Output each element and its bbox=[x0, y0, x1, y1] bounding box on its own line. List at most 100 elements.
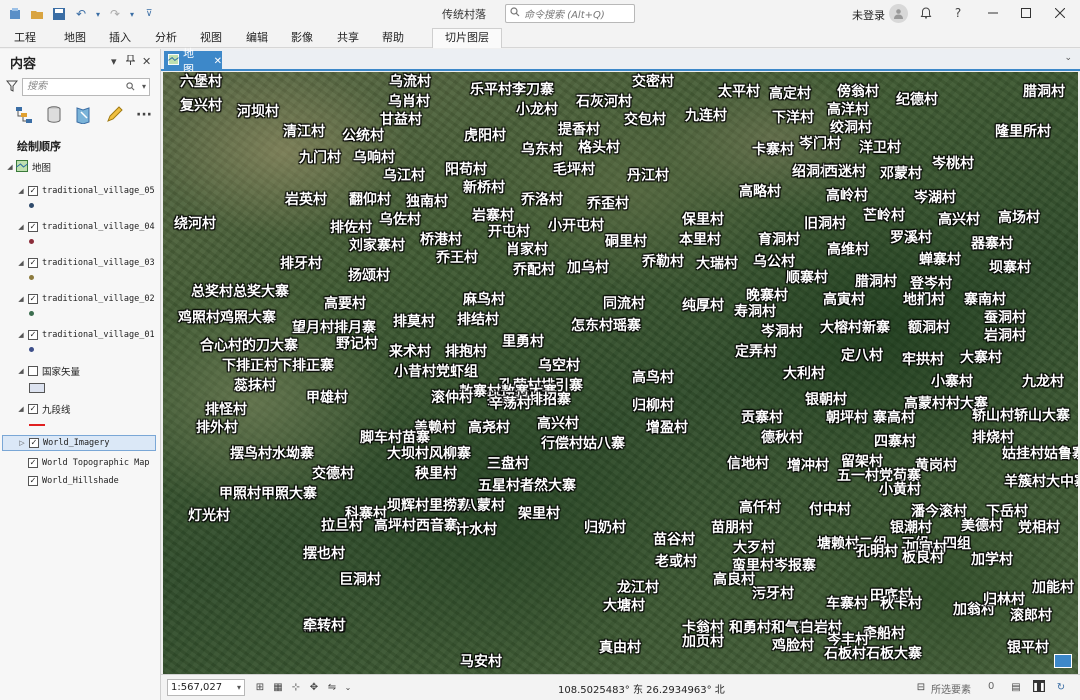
collapse-icon[interactable]: ◢ bbox=[17, 405, 25, 413]
tab-share[interactable]: 共享 bbox=[337, 30, 359, 46]
village-label: 定八村 bbox=[841, 348, 883, 364]
user-status[interactable]: 未登录 bbox=[852, 7, 885, 23]
tab-edit[interactable]: 编辑 bbox=[246, 30, 268, 46]
layer-visibility-checkbox[interactable]: ✓ bbox=[28, 258, 38, 268]
village-label: 八蒙村 bbox=[463, 498, 505, 514]
table-icon[interactable]: ▤ bbox=[1009, 680, 1023, 694]
notification-bell-icon[interactable] bbox=[918, 5, 934, 21]
refresh-icon[interactable]: ↻ bbox=[1054, 680, 1068, 694]
list-by-source-icon[interactable] bbox=[44, 105, 64, 125]
more-options-icon[interactable]: ··· bbox=[134, 105, 154, 125]
avatar[interactable] bbox=[889, 4, 908, 23]
tab-help[interactable]: 帮助 bbox=[382, 30, 404, 46]
layer-row-village-05[interactable]: ◢ ✓ traditional_village_05 bbox=[0, 183, 160, 199]
layer-visibility-checkbox[interactable]: ✓ bbox=[28, 404, 38, 414]
collapse-icon[interactable]: ◢ bbox=[17, 259, 25, 267]
layer-visibility-checkbox[interactable]: ✓ bbox=[28, 222, 38, 232]
layer-visibility-checkbox[interactable]: ✓ bbox=[28, 330, 38, 340]
close-tab-icon[interactable]: ✕ bbox=[214, 56, 222, 67]
village-label: 银朝村 bbox=[805, 392, 847, 408]
map-root-node[interactable]: ◢ 地图 bbox=[0, 159, 160, 175]
list-by-selection-icon[interactable] bbox=[74, 105, 94, 125]
village-label: 隆里所村 bbox=[995, 124, 1051, 140]
tab-analysis[interactable]: 分析 bbox=[155, 30, 177, 46]
customize-toolbar-icon[interactable]: ⊽ bbox=[140, 5, 158, 23]
village-label: 桥港村 bbox=[420, 232, 462, 248]
map-name: 地图 bbox=[32, 163, 52, 174]
layer-row-village-01[interactable]: ◢ ✓ traditional_village_01 bbox=[0, 327, 160, 343]
redo-icon[interactable]: ↷ bbox=[106, 5, 124, 23]
grid-icon[interactable]: ▦ bbox=[271, 680, 285, 694]
open-project-icon[interactable] bbox=[28, 5, 46, 23]
collapse-icon[interactable]: ◢ bbox=[17, 295, 25, 303]
tab-map[interactable]: 地图 bbox=[64, 30, 86, 46]
tab-map-view[interactable]: 地图 ✕ bbox=[164, 47, 222, 76]
expand-icon[interactable]: ▷ bbox=[18, 439, 26, 447]
help-icon[interactable]: ? bbox=[950, 5, 966, 21]
tab-project[interactable]: 工程 bbox=[14, 30, 36, 46]
chevron-down-icon[interactable]: ⌄ bbox=[1064, 53, 1072, 63]
collapse-icon[interactable]: ◢ bbox=[17, 331, 25, 339]
layer-row-village-04[interactable]: ◢ ✓ traditional_village_04 bbox=[0, 219, 160, 235]
collapse-icon[interactable]: ◢ bbox=[17, 223, 25, 231]
village-label: 保里村 bbox=[682, 212, 724, 228]
snapping-icon[interactable]: ⊹ bbox=[289, 680, 303, 694]
layer-row-world-imagery[interactable]: ▷ ✓ World_Imagery bbox=[2, 435, 156, 451]
collapse-icon[interactable]: ◢ bbox=[17, 367, 25, 375]
layer-visibility-checkbox[interactable]: ✓ bbox=[29, 438, 39, 448]
layer-row-village-02[interactable]: ◢ ✓ traditional_village_02 bbox=[0, 291, 160, 307]
tab-imagery[interactable]: 影像 bbox=[291, 30, 313, 46]
village-label: 寨南村 bbox=[964, 292, 1006, 308]
undo-icon[interactable]: ↶ bbox=[72, 5, 90, 23]
collapse-icon[interactable]: ◢ bbox=[17, 187, 25, 195]
collapse-icon[interactable]: ◢ bbox=[6, 163, 14, 171]
sync-view-icon[interactable]: ⇋ bbox=[325, 680, 339, 694]
tab-tile-layer[interactable]: 切片图层 bbox=[432, 28, 502, 48]
village-label: 交德村 bbox=[312, 466, 354, 482]
minimize-icon[interactable] bbox=[985, 5, 1001, 21]
close-pane-icon[interactable]: ✕ bbox=[142, 55, 151, 68]
search-dropdown-icon[interactable]: ▾ bbox=[142, 79, 146, 95]
layer-row-world-topographic[interactable]: ✓ World Topographic Map bbox=[0, 455, 160, 471]
undo-dropdown-icon[interactable]: ▾ bbox=[94, 5, 102, 23]
list-by-editing-icon[interactable] bbox=[104, 105, 124, 125]
village-label: 合心村的刀大寨 bbox=[200, 338, 298, 354]
close-icon[interactable] bbox=[1052, 5, 1068, 21]
map-scale-selector[interactable]: 1:567,027 ▾ bbox=[167, 679, 245, 696]
navigation-icon[interactable]: ✥ bbox=[307, 680, 321, 694]
save-project-icon[interactable] bbox=[50, 5, 68, 23]
pause-drawing-icon[interactable]: ❚❚ bbox=[1032, 680, 1046, 692]
village-label: 滚郎村 bbox=[1010, 608, 1052, 624]
command-search-box[interactable]: 命令搜索 (Alt+Q) bbox=[505, 4, 635, 23]
layer-row-nine-dash-line[interactable]: ◢ ✓ 九段线 bbox=[0, 401, 160, 417]
layer-visibility-checkbox[interactable]: ✓ bbox=[28, 476, 38, 486]
redo-dropdown-icon[interactable]: ▾ bbox=[128, 5, 136, 23]
new-project-icon[interactable] bbox=[6, 5, 24, 23]
layer-visibility-checkbox[interactable]: ✓ bbox=[28, 458, 38, 468]
village-label: 姑挂村姑鲁寨 bbox=[1002, 446, 1078, 462]
layer-visibility-checkbox[interactable]: ✓ bbox=[28, 186, 38, 196]
contents-search-input[interactable]: 搜索 ▾ bbox=[22, 78, 150, 96]
layer-row-village-03[interactable]: ◢ ✓ traditional_village_03 bbox=[0, 255, 160, 271]
layer-visibility-checkbox[interactable]: ✓ bbox=[28, 294, 38, 304]
layer-row-national-vector[interactable]: ◢ 国家矢量 bbox=[0, 363, 160, 379]
map-canvas[interactable]: 六堡村 复兴村 河坝村 乌流村 乌肖村 甘益村 公统村 清江村 九门村 乌响村 乐平村李刀寨 小龙村石… bbox=[163, 72, 1078, 674]
village-label: 朝坪村 bbox=[826, 410, 868, 426]
map-navigator-icon[interactable] bbox=[1054, 654, 1072, 668]
tab-view[interactable]: 视图 bbox=[200, 30, 222, 46]
layer-visibility-checkbox[interactable] bbox=[28, 366, 38, 376]
village-label: 乔配村 bbox=[513, 262, 555, 278]
list-by-drawing-order-icon[interactable] bbox=[14, 105, 34, 125]
maximize-icon[interactable] bbox=[1018, 5, 1034, 21]
pin-icon[interactable] bbox=[124, 54, 137, 68]
add-layer-icon[interactable]: ⊞ bbox=[253, 680, 267, 694]
filter-icon[interactable] bbox=[5, 80, 19, 95]
layer-row-world-hillshade[interactable]: ✓ World_Hillshade bbox=[0, 473, 160, 489]
tools-dropdown-icon[interactable]: ⌄ bbox=[341, 680, 355, 694]
tab-insert[interactable]: 插入 bbox=[109, 30, 131, 46]
village-label: 阳苟村 bbox=[445, 162, 487, 178]
village-label: 大寨村 bbox=[960, 350, 1002, 366]
chevron-down-icon[interactable]: ▾ bbox=[237, 680, 241, 695]
village-label: 高尧村 bbox=[468, 420, 510, 436]
pane-options-icon[interactable]: ▾ bbox=[111, 55, 117, 68]
